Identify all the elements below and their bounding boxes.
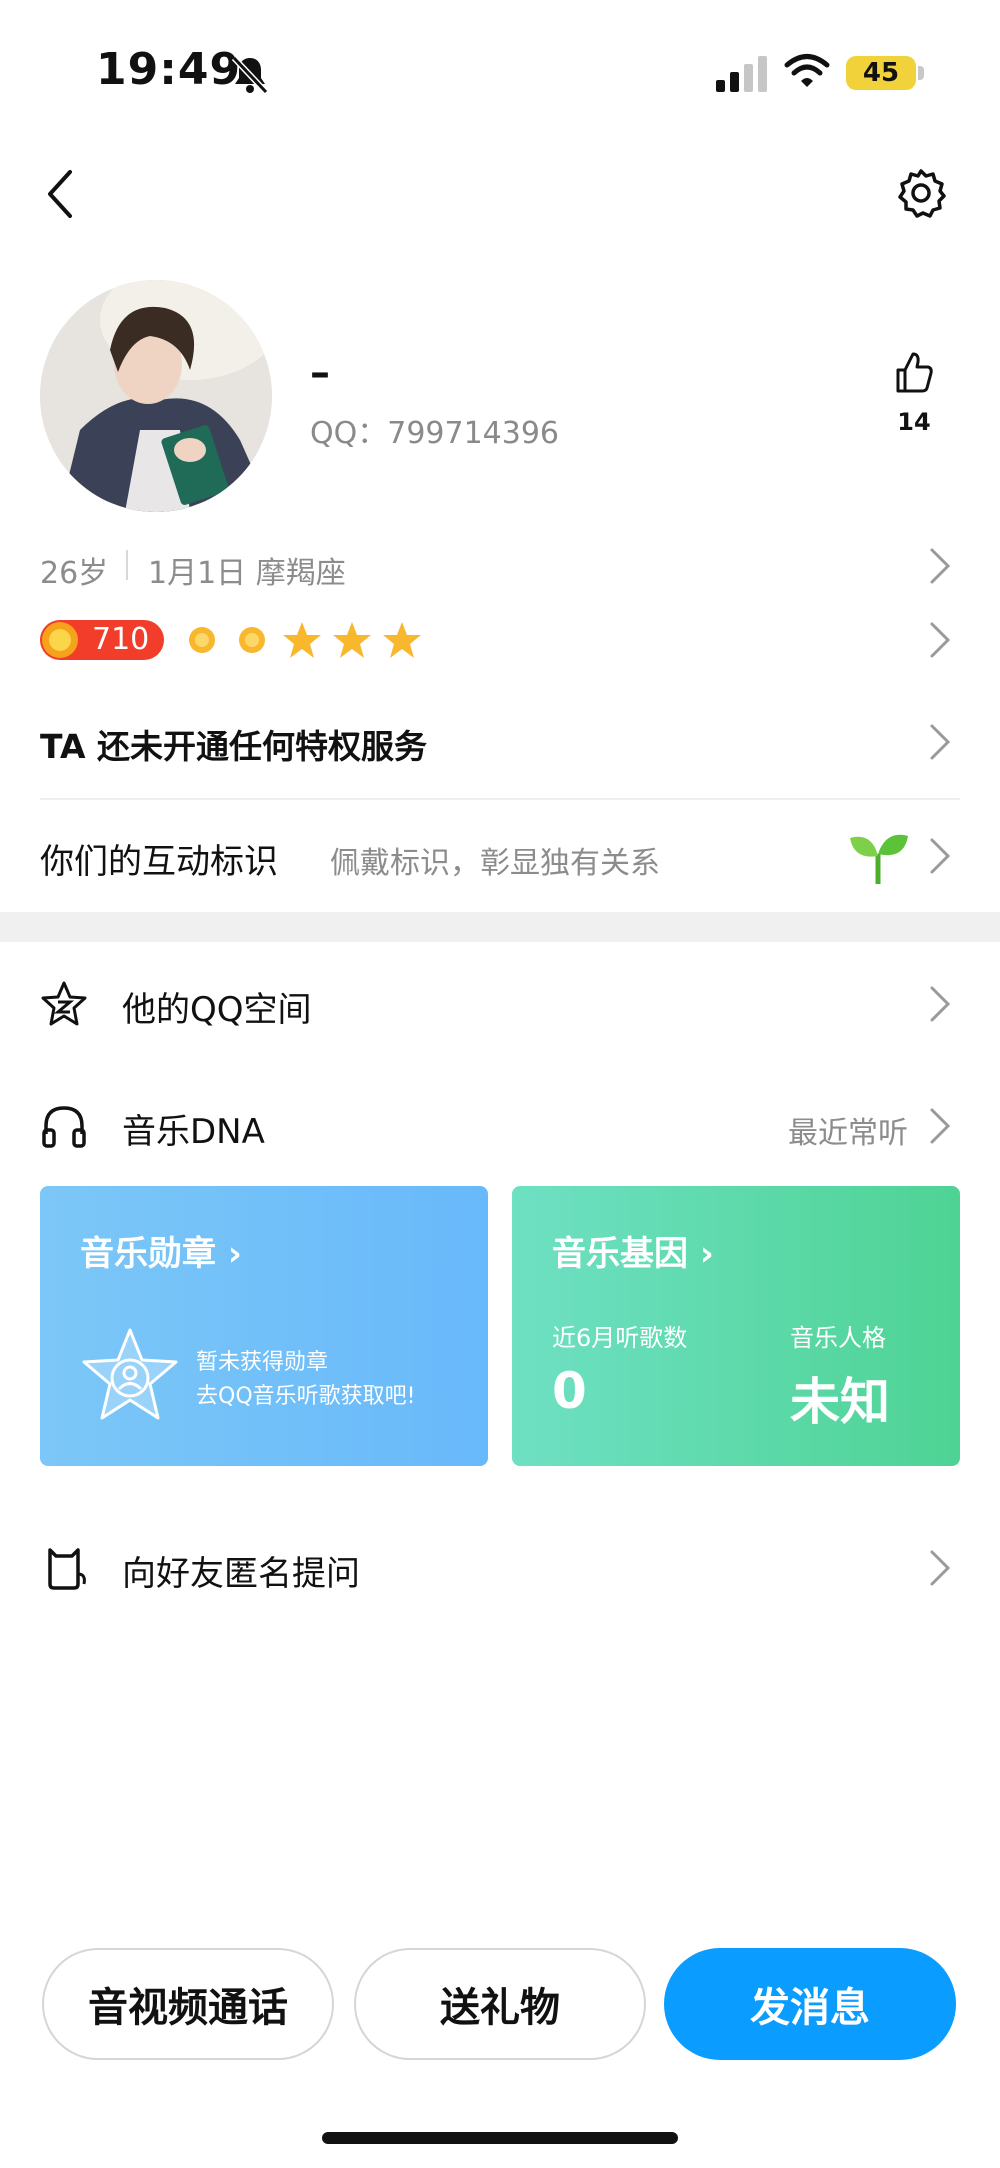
section-separator bbox=[0, 912, 1000, 942]
send-gift-button[interactable]: 送礼物 bbox=[354, 1948, 646, 2060]
music-dna-label: 音乐DNA bbox=[122, 1112, 265, 1152]
chevron-right-icon bbox=[930, 724, 951, 760]
level-stars-icon bbox=[189, 622, 421, 658]
level-badge: 710 bbox=[40, 620, 164, 660]
privilege-label: TA 还未开通任何特权服务 bbox=[40, 727, 427, 766]
battery-cap bbox=[918, 66, 924, 80]
level-row[interactable]: 710 bbox=[40, 610, 960, 670]
privilege-row[interactable]: TA 还未开通任何特权服务 bbox=[40, 712, 960, 772]
nickname: – bbox=[310, 350, 330, 396]
info-separator bbox=[126, 550, 128, 580]
listen-count-value: 0 bbox=[552, 1362, 587, 1420]
like-count: 14 bbox=[897, 408, 931, 436]
music-gene-card[interactable]: 音乐基因 › 近6月听歌数 0 音乐人格 未知 bbox=[512, 1186, 960, 1466]
music-medal-line2: 去QQ音乐听歌获取吧! bbox=[196, 1384, 416, 1409]
battery-level: 45 bbox=[862, 58, 900, 88]
qzone-star-icon bbox=[41, 981, 87, 1026]
qq-number: QQ：799714396 bbox=[310, 416, 560, 451]
status-bar: 19:49 45 bbox=[0, 0, 1000, 150]
wifi-icon bbox=[784, 54, 830, 87]
music-gene-title: 音乐基因 › bbox=[552, 1234, 714, 1274]
headphones-icon bbox=[42, 1106, 86, 1148]
qzone-row[interactable]: 他的QQ空间 bbox=[40, 964, 960, 1044]
profile-info-row[interactable]: 26岁 1月1日 摩羯座 bbox=[40, 536, 960, 596]
sprout-icon bbox=[850, 834, 908, 884]
music-recent-label: 最近常听 bbox=[788, 1116, 908, 1151]
interaction-title: 你们的互动标识 bbox=[40, 842, 278, 882]
music-medal-note: 暂未获得勋章 去QQ音乐听歌获取吧! bbox=[196, 1346, 415, 1414]
anon-question-row[interactable]: 向好友匿名提问 bbox=[40, 1528, 960, 1608]
birthday: 1月1日 摩羯座 bbox=[148, 556, 346, 591]
music-dna-row[interactable]: 音乐DNA 最近常听 bbox=[40, 1086, 960, 1166]
age: 26岁 bbox=[40, 556, 109, 591]
chevron-right-icon bbox=[930, 986, 951, 1022]
chevron-right-icon bbox=[930, 838, 951, 874]
signal-icon bbox=[716, 56, 767, 92]
avatar-illustration bbox=[40, 280, 272, 512]
chevron-right-icon bbox=[930, 1550, 951, 1586]
anon-question-label: 向好友匿名提问 bbox=[122, 1554, 360, 1594]
divider bbox=[40, 798, 960, 800]
medal-star-icon bbox=[82, 1328, 178, 1420]
music-medal-line1: 暂未获得勋章 bbox=[196, 1350, 329, 1375]
interaction-badge-row[interactable]: 你们的互动标识 佩戴标识，彰显独有关系 bbox=[40, 826, 960, 886]
level-value: 710 bbox=[92, 622, 150, 657]
music-persona-value: 未知 bbox=[790, 1373, 890, 1431]
avatar[interactable] bbox=[40, 280, 272, 512]
battery-indicator: 45 bbox=[846, 56, 916, 90]
music-persona-label: 音乐人格 bbox=[790, 1324, 886, 1352]
chevron-right-icon bbox=[930, 1108, 951, 1144]
back-button[interactable] bbox=[40, 168, 80, 220]
settings-gear-icon[interactable] bbox=[896, 168, 946, 218]
chevron-right-icon bbox=[930, 622, 951, 658]
cat-box-icon bbox=[48, 1548, 86, 1590]
chevron-right-icon bbox=[930, 548, 951, 584]
music-medal-title: 音乐勋章 › bbox=[80, 1234, 242, 1274]
qzone-label: 他的QQ空间 bbox=[122, 990, 312, 1030]
like-button[interactable]: 14 bbox=[886, 350, 942, 440]
coin-icon bbox=[42, 622, 78, 658]
send-message-button[interactable]: 发消息 bbox=[664, 1948, 956, 2060]
thumbs-up-icon bbox=[896, 352, 933, 393]
status-time: 19:49 bbox=[96, 44, 242, 95]
av-call-button[interactable]: 音视频通话 bbox=[42, 1948, 334, 2060]
interaction-subtitle: 佩戴标识，彰显独有关系 bbox=[330, 846, 660, 881]
bell-muted-icon bbox=[231, 55, 269, 95]
home-indicator bbox=[322, 2132, 678, 2144]
music-medal-card[interactable]: 音乐勋章 › 暂未获得勋章 去QQ音乐听歌获取吧! bbox=[40, 1186, 488, 1466]
listen-count-label: 近6月听歌数 bbox=[552, 1324, 688, 1352]
